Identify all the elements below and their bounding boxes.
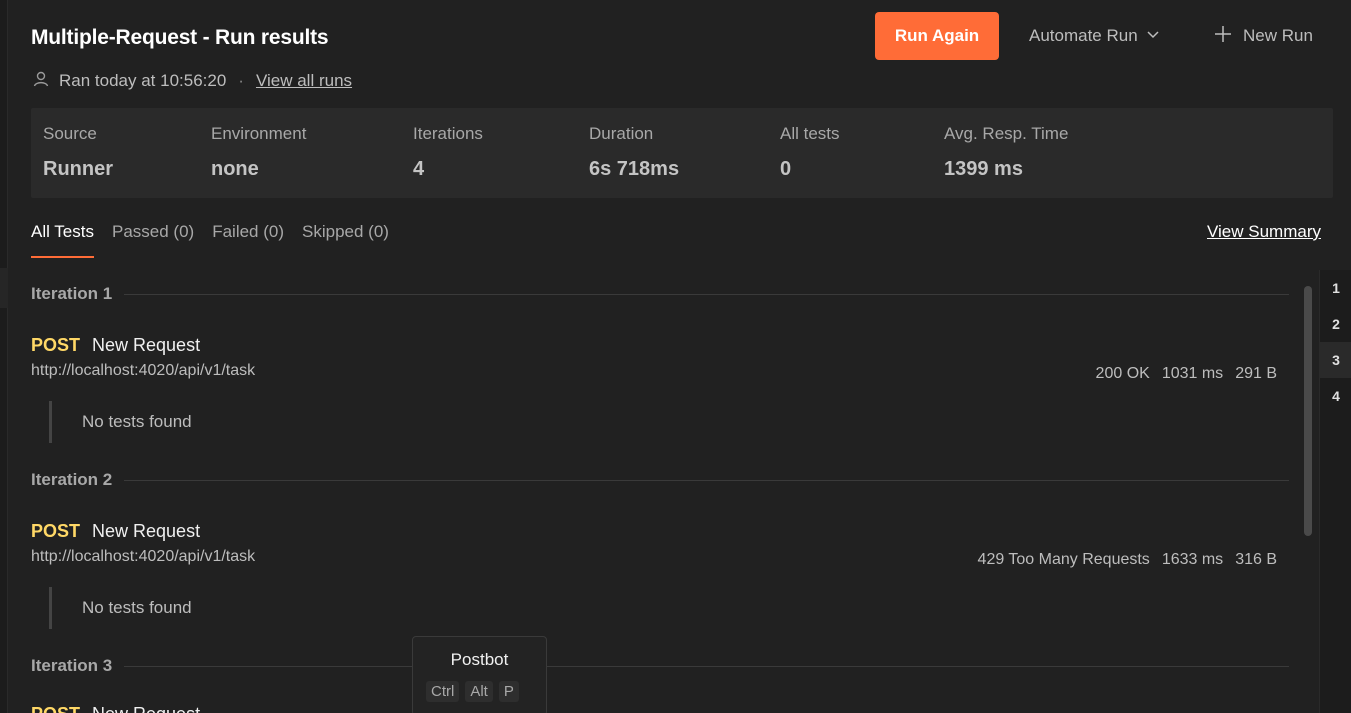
stat-all-tests-label: All tests (780, 124, 840, 143)
tab-all-tests[interactable]: All Tests (31, 222, 94, 258)
page-title: Multiple-Request - Run results (31, 26, 329, 49)
view-all-runs-link[interactable]: View all runs (256, 71, 352, 91)
view-summary-link[interactable]: View Summary (1207, 222, 1321, 242)
automate-run-dropdown[interactable]: Automate Run (1029, 24, 1160, 48)
iteration-nav-item[interactable]: 2 (1320, 306, 1351, 342)
automate-run-label: Automate Run (1029, 26, 1138, 45)
stat-environment: Environment none (211, 124, 306, 181)
response-time: 1633 ms (1161, 551, 1224, 568)
stat-duration-label: Duration (589, 124, 654, 143)
response-status: 200 OK (1095, 365, 1150, 382)
run-stats-panel: Source Runner Environment none Iteration… (31, 108, 1333, 198)
request-name: New Request (92, 704, 200, 713)
stat-iterations-value: 4 (413, 158, 425, 180)
request-name: New Request (92, 521, 201, 541)
stat-avg-value: 1399 ms (944, 158, 1023, 180)
stat-avg-resp-time: Avg. Resp. Time 1399 ms (944, 124, 1068, 181)
stat-duration-value: 6s 718ms (589, 158, 680, 180)
stat-environment-label: Environment (211, 124, 307, 143)
tab-failed[interactable]: Failed (0) (212, 222, 284, 258)
stat-source: Source Runner (43, 124, 113, 181)
user-icon (31, 69, 51, 94)
iteration-header: Iteration 1 (31, 282, 1289, 306)
request-row[interactable]: POST New Request http://localhost:4020/a… (31, 521, 1289, 569)
request-row[interactable]: POST New Request (31, 704, 1289, 713)
postbot-title: Postbot (450, 650, 509, 669)
results-scrollbar[interactable] (1304, 286, 1312, 536)
panel-resize-handle[interactable] (0, 268, 8, 308)
postbot-shortcut: Ctrl Alt P (426, 681, 519, 702)
response-time: 1031 ms (1161, 365, 1224, 382)
new-run-label: New Run (1243, 26, 1313, 45)
stat-source-value: Runner (43, 158, 113, 180)
request-method: POST (31, 521, 81, 541)
postbot-tooltip: Postbot Ctrl Alt P (412, 636, 547, 713)
meta-separator: · (238, 71, 244, 90)
stat-all-tests-value: 0 (780, 158, 792, 180)
stat-duration: Duration 6s 718ms (589, 124, 679, 181)
ran-time: Ran today at 10:56:20 (59, 71, 227, 90)
response-stats: 200 OK 1031 ms 291 B (1096, 365, 1277, 383)
iteration-nav-item[interactable]: 3 (1320, 342, 1351, 378)
results-list: Iteration 1 POST New Request http://loca… (31, 270, 1289, 713)
shortcut-key: Alt (465, 681, 493, 702)
iteration-nav: 1 2 3 4 (1319, 270, 1351, 713)
stat-all-tests: All tests 0 (780, 124, 840, 181)
shortcut-key: P (498, 681, 519, 702)
chevron-down-icon (1146, 26, 1160, 46)
divider (124, 479, 1289, 481)
iteration-title: Iteration 3 (31, 656, 113, 675)
new-run-button[interactable]: New Run (1213, 24, 1313, 48)
divider (124, 665, 1289, 667)
no-tests-message: No tests found (49, 587, 449, 629)
iteration-header: Iteration 3 (31, 654, 1289, 678)
response-size: 316 B (1235, 551, 1277, 568)
stat-avg-label: Avg. Resp. Time (944, 124, 1069, 143)
request-method: POST (31, 704, 80, 713)
no-tests-message: No tests found (49, 401, 449, 443)
response-size: 291 B (1235, 365, 1277, 382)
plus-icon (1213, 24, 1233, 49)
stat-iterations: Iterations 4 (413, 124, 483, 181)
divider (124, 293, 1289, 295)
run-meta: Ran today at 10:56:20 · View all runs (31, 69, 352, 93)
request-name: New Request (92, 335, 201, 355)
left-panel-edge (0, 0, 8, 713)
tab-passed[interactable]: Passed (0) (112, 222, 194, 258)
request-row[interactable]: POST New Request http://localhost:4020/a… (31, 335, 1289, 383)
run-again-button[interactable]: Run Again (875, 12, 999, 60)
stat-source-label: Source (43, 124, 97, 143)
stat-iterations-label: Iterations (413, 124, 483, 143)
results-tabs: All Tests Passed (0) Failed (0) Skipped … (31, 222, 389, 258)
iteration-title: Iteration 2 (31, 470, 113, 489)
tab-skipped[interactable]: Skipped (0) (302, 222, 389, 258)
iteration-nav-item[interactable]: 4 (1320, 378, 1351, 414)
stat-environment-value: none (211, 158, 259, 180)
iteration-nav-item[interactable]: 1 (1320, 270, 1351, 306)
shortcut-key: Ctrl (426, 681, 460, 702)
iteration-title: Iteration 1 (31, 284, 113, 303)
request-method: POST (31, 335, 81, 355)
response-stats: 429 Too Many Requests 1633 ms 316 B (978, 551, 1277, 569)
response-status: 429 Too Many Requests (977, 551, 1150, 568)
iteration-header: Iteration 2 (31, 468, 1289, 492)
